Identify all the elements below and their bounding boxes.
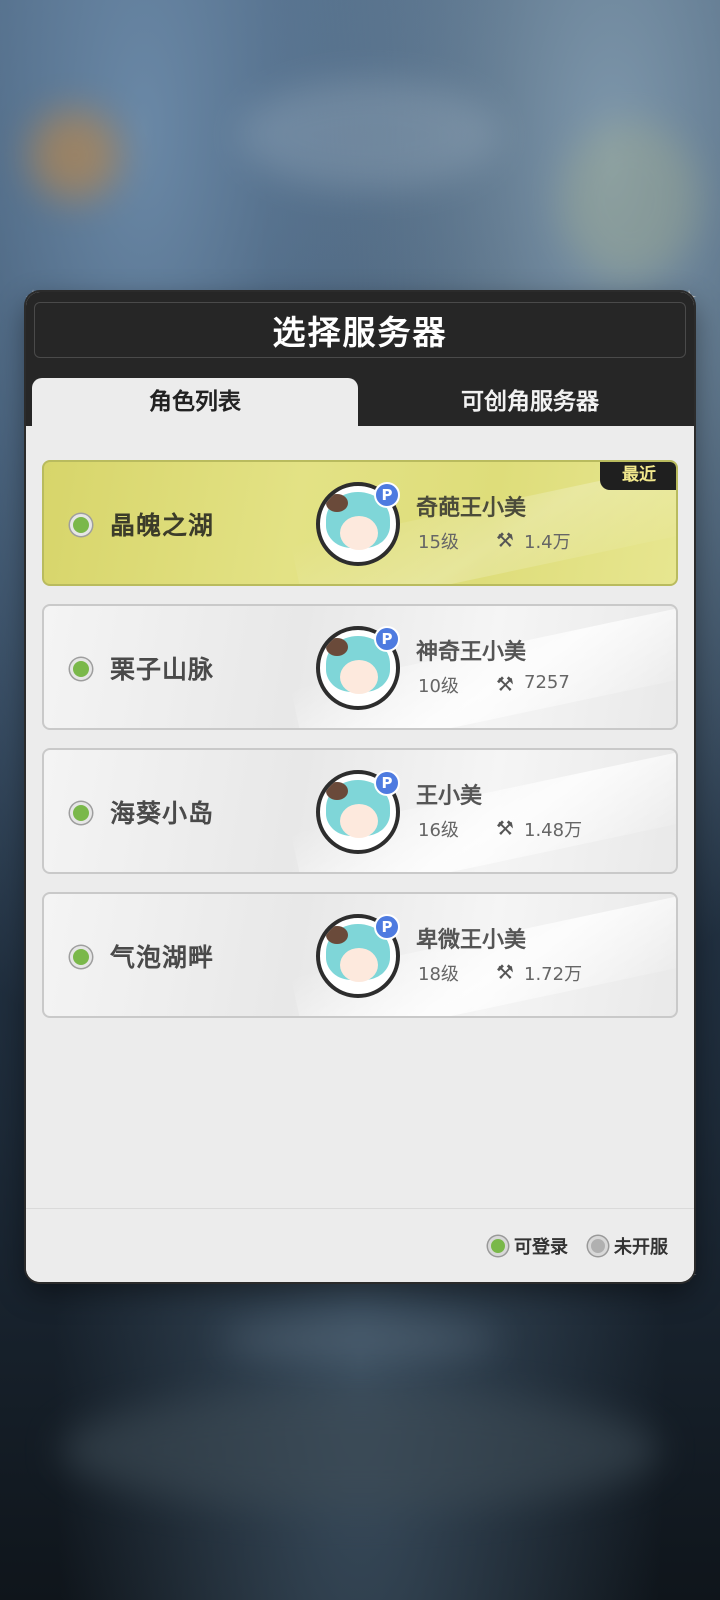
- character-power: 1.72万: [524, 964, 583, 985]
- server-card[interactable]: 栗子山脉 P 神奇王小美 10级 ⚒ 7257: [42, 604, 678, 730]
- power-icon: ⚒: [496, 816, 514, 840]
- legend-label: 未开服: [614, 1237, 668, 1258]
- character-level: 16级: [418, 820, 459, 841]
- server-name: 海葵小岛: [110, 799, 215, 828]
- background-blur: [60, 1390, 660, 1510]
- character-power: 1.48万: [524, 820, 583, 841]
- status-dot-available: [70, 514, 92, 536]
- server-name: 晶魄之湖: [110, 511, 215, 540]
- server-card[interactable]: 最近 晶魄之湖 P 奇葩王小美 15级 ⚒ 1.4万: [42, 460, 678, 586]
- server-card[interactable]: 海葵小岛 P 王小美 16级 ⚒ 1.48万: [42, 748, 678, 874]
- legend-label: 可登录: [514, 1237, 568, 1258]
- legend-available: 可登录: [488, 1233, 568, 1259]
- server-list: 最近 晶魄之湖 P 奇葩王小美 15级 ⚒ 1.4万 栗子山脉 P 神奇王小美 …: [42, 460, 678, 1036]
- character-name: 奇葩王小美: [416, 496, 527, 521]
- legend-dot-available: [488, 1236, 508, 1256]
- status-legend: 可登录 未开服: [488, 1233, 668, 1259]
- class-badge-icon: P: [374, 626, 400, 652]
- legend-dot-not-open: [588, 1236, 608, 1256]
- tab-create-role-servers[interactable]: 可创角服务器: [372, 378, 688, 426]
- character-name: 神奇王小美: [416, 640, 527, 665]
- background-blur: [30, 110, 120, 200]
- server-name: 气泡湖畔: [110, 943, 215, 972]
- status-dot-available: [70, 802, 92, 824]
- character-name: 王小美: [416, 784, 483, 809]
- power-icon: ⚒: [496, 528, 514, 552]
- server-name: 栗子山脉: [110, 655, 215, 684]
- character-power: 7257: [524, 672, 570, 693]
- dialog-header: 选择服务器 角色列表 可创角服务器: [26, 292, 694, 426]
- class-badge-icon: P: [374, 482, 400, 508]
- status-dot-available: [70, 658, 92, 680]
- class-badge-icon: P: [374, 770, 400, 796]
- character-power: 1.4万: [524, 532, 571, 553]
- tab-role-list[interactable]: 角色列表: [32, 378, 358, 426]
- character-level: 18级: [418, 964, 459, 985]
- power-icon: ⚒: [496, 672, 514, 696]
- recent-badge: 最近: [600, 462, 676, 490]
- background-blur: [240, 80, 500, 190]
- character-level: 15级: [418, 532, 459, 553]
- class-badge-icon: P: [374, 914, 400, 940]
- server-card[interactable]: 气泡湖畔 P 卑微王小美 18级 ⚒ 1.72万: [42, 892, 678, 1018]
- character-name: 卑微王小美: [416, 928, 527, 953]
- dialog-footer: 可登录 未开服: [26, 1208, 694, 1282]
- power-icon: ⚒: [496, 960, 514, 984]
- dialog-title: 选择服务器: [272, 313, 448, 352]
- character-level: 10级: [418, 676, 459, 697]
- server-select-dialog: 选择服务器 角色列表 可创角服务器 最近 晶魄之湖 P 奇葩王小美 15级 ⚒ …: [26, 292, 694, 1282]
- background-blur: [560, 120, 700, 280]
- status-dot-available: [70, 946, 92, 968]
- background-blur: [220, 1320, 500, 1360]
- legend-not-open: 未开服: [588, 1233, 668, 1259]
